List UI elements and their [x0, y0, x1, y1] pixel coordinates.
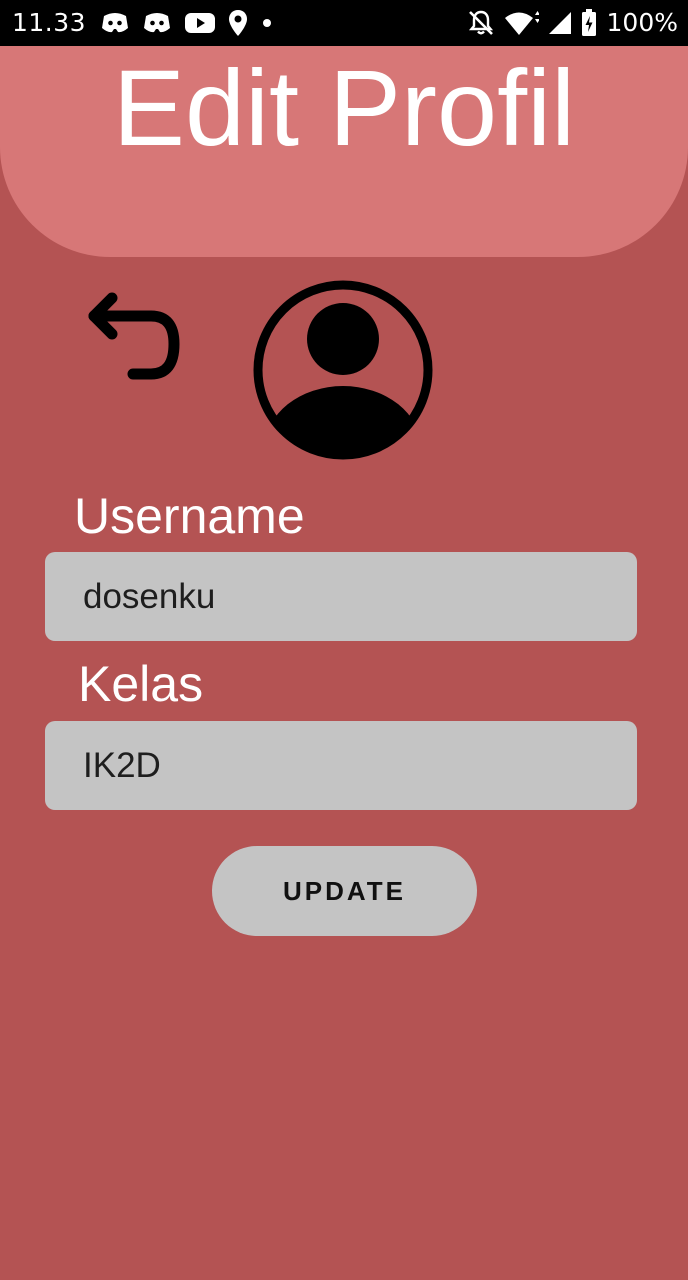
- update-button[interactable]: UPDATE: [212, 846, 477, 936]
- undo-arrow-icon: [88, 292, 180, 380]
- avatar[interactable]: [253, 280, 433, 460]
- signal-icon: [548, 11, 571, 34]
- bell-off-icon: [468, 10, 493, 35]
- notification-icons: [100, 9, 274, 37]
- discord-icon: [144, 13, 170, 33]
- username-input[interactable]: [45, 552, 637, 641]
- dot-icon: [263, 19, 271, 27]
- battery-percentage: 100%: [606, 8, 678, 37]
- wifi-icon: [504, 10, 539, 35]
- username-label: Username: [74, 488, 305, 544]
- discord-icon: [102, 13, 128, 33]
- youtube-icon: [185, 13, 215, 33]
- kelas-input[interactable]: [45, 721, 637, 810]
- status-bar: 11.33 100%: [0, 0, 688, 46]
- system-icons: 100%: [467, 8, 678, 37]
- status-time: 11.33: [12, 8, 87, 37]
- battery-charging-icon: [581, 8, 596, 36]
- location-icon: [229, 10, 247, 36]
- user-avatar-icon: [253, 280, 433, 460]
- kelas-label: Kelas: [78, 656, 204, 712]
- page-title: Edit Profil: [112, 47, 576, 168]
- back-button[interactable]: [82, 288, 192, 388]
